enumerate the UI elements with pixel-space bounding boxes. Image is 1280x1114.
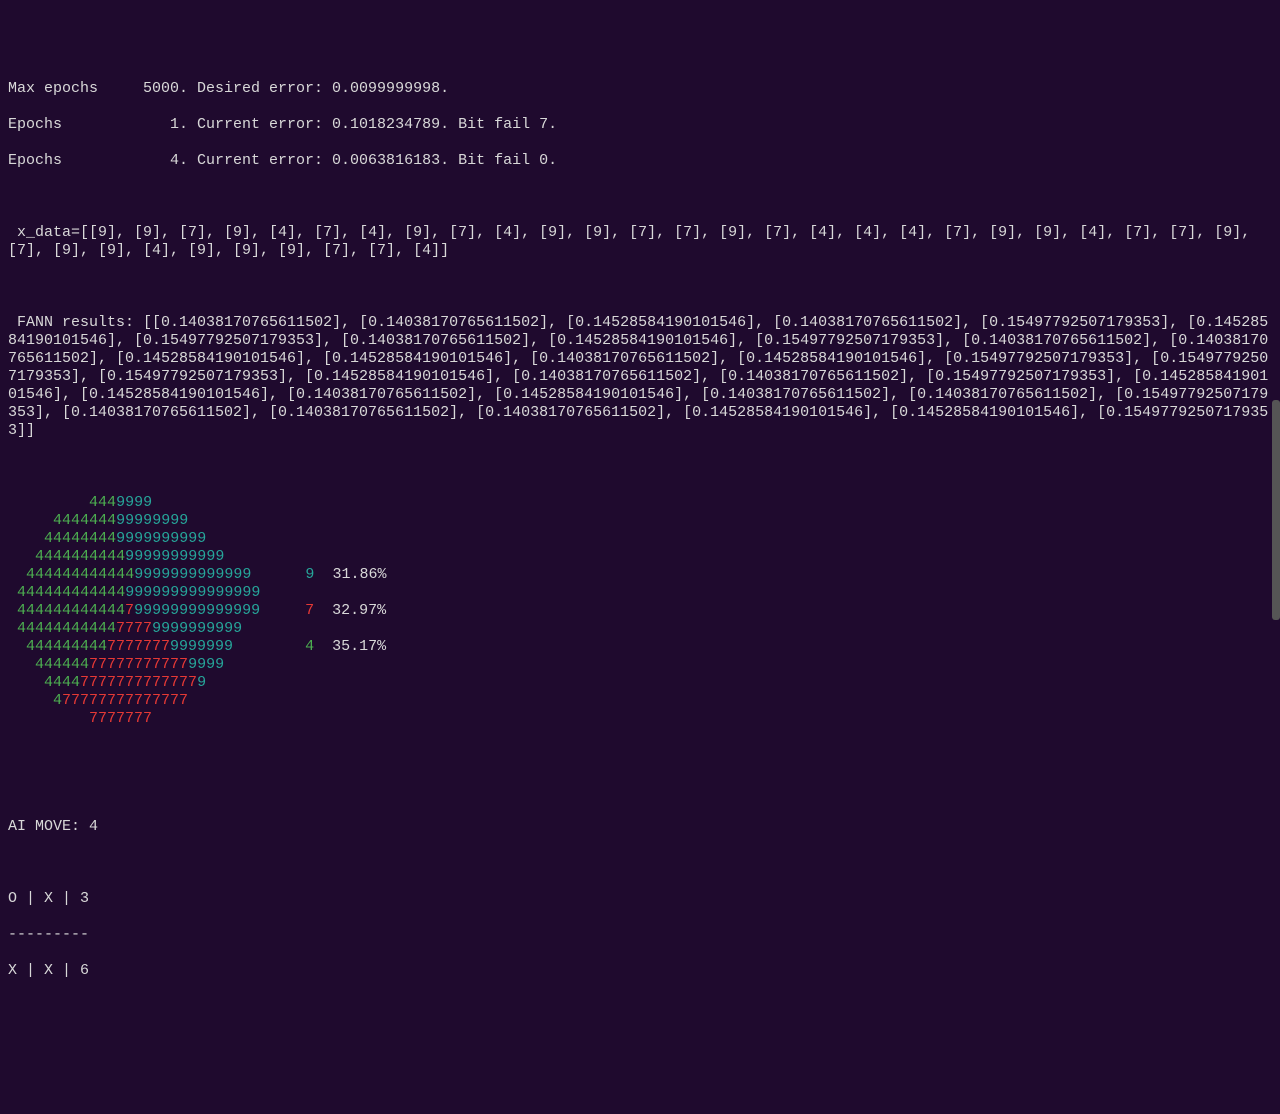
training-line-3: Epochs 4. Current error: 0.0063816183. B… — [8, 152, 1272, 170]
board-row-2: X | X | 6 — [8, 962, 1272, 980]
board-sep: --------- — [8, 926, 1272, 944]
pie-row: 4444444444477779999999999 — [8, 620, 1272, 638]
pie-row: 444444449999999999 — [8, 530, 1272, 548]
board-row-1: O | X | 3 — [8, 890, 1272, 908]
pie-row: 444477777777777779 — [8, 674, 1272, 692]
scrollbar-thumb[interactable] — [1272, 400, 1280, 620]
pie-row: 444444444499999999999 — [8, 548, 1272, 566]
blank-line — [8, 782, 1272, 800]
pie-row: 444444444444999999999999999 — [8, 584, 1272, 602]
pie-row: 4449999 — [8, 494, 1272, 512]
pie-row: 7777777 — [8, 710, 1272, 728]
pie-row: 444444444444799999999999999 7 32.97% — [8, 602, 1272, 620]
pie-chart-ascii: 4449999 444444499999999 4444444499999999… — [8, 494, 1272, 728]
blank-line — [8, 278, 1272, 296]
fann-results: FANN results: [[0.14038170765611502], [0… — [8, 314, 1272, 440]
training-line-2: Epochs 1. Current error: 0.1018234789. B… — [8, 116, 1272, 134]
pie-row: 44444444477777779999999 4 35.17% — [8, 638, 1272, 656]
pie-row: 444444499999999 — [8, 512, 1272, 530]
x-data-dump: x_data=[[9], [9], [7], [9], [4], [7], [4… — [8, 224, 1272, 260]
ai-move-line: AI MOVE: 4 — [8, 818, 1272, 836]
blank-line — [8, 188, 1272, 206]
blank-line — [8, 458, 1272, 476]
blank-line — [8, 854, 1272, 872]
blank-line — [8, 746, 1272, 764]
pie-row: 477777777777777 — [8, 692, 1272, 710]
pie-row: 4444444444449999999999999 9 31.86% — [8, 566, 1272, 584]
training-line-1: Max epochs 5000. Desired error: 0.009999… — [8, 80, 1272, 98]
pie-row: 444444777777777779999 — [8, 656, 1272, 674]
